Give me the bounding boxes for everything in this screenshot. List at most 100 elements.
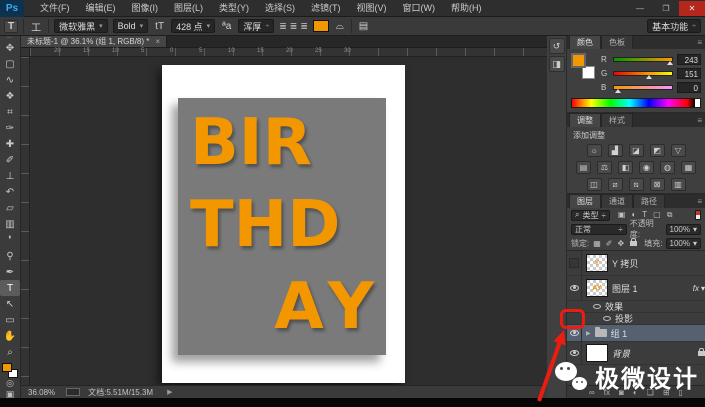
adjustment-icon[interactable]: ▽	[671, 144, 686, 157]
eraser-tool[interactable]: ▱	[0, 200, 20, 216]
layer-name[interactable]: 组 1	[611, 327, 628, 340]
maximize-button[interactable]: ❐	[653, 1, 679, 16]
slider-thumb[interactable]	[667, 61, 673, 65]
color-swatch-pair[interactable]	[571, 53, 595, 79]
brush-tool[interactable]: ✐	[0, 152, 20, 168]
history-panel-icon[interactable]: ↺	[549, 38, 565, 54]
quick-mask-icon[interactable]: ◎	[6, 378, 14, 389]
menu-item[interactable]: 图像(I)	[124, 0, 167, 17]
layer-row-group1-selected[interactable]: ▶ 组 1	[567, 325, 705, 342]
adjustment-icon[interactable]: ◩	[650, 144, 665, 157]
layer-fx-badge[interactable]: fx▾	[693, 284, 705, 293]
workspace-select[interactable]: 基本功能÷	[647, 19, 701, 33]
vertical-ruler[interactable]: 05101520253035404550	[21, 57, 30, 385]
align-center-icon[interactable]: ≣	[290, 21, 298, 32]
adjustment-icon[interactable]: ⧄	[608, 178, 623, 191]
tab-channels[interactable]: 通道	[601, 194, 633, 208]
menu-item[interactable]: 帮助(H)	[443, 0, 490, 17]
pen-tool[interactable]: ✒	[0, 264, 20, 280]
lock-transparency-icon[interactable]: ▦	[592, 239, 602, 248]
filter-smart-object-icon[interactable]: ⧉	[666, 210, 674, 220]
red-slider[interactable]	[613, 57, 673, 62]
filter-toggle-switch[interactable]	[695, 210, 701, 220]
green-slider[interactable]	[613, 71, 673, 76]
menu-item[interactable]: 选择(S)	[257, 0, 303, 17]
status-menu-arrow-icon[interactable]: ▶	[167, 388, 172, 396]
red-value[interactable]: 243	[677, 54, 701, 65]
layer-filter-kind-select[interactable]: ⌕ 类型 ÷	[571, 210, 610, 221]
adjustment-icon[interactable]: ◧	[618, 161, 633, 174]
align-right-icon[interactable]: ≣	[300, 21, 308, 32]
menu-item[interactable]: 编辑(E)	[78, 0, 124, 17]
dodge-tool[interactable]: ⚲	[0, 248, 20, 264]
visibility-eye-icon[interactable]	[593, 304, 601, 309]
warp-text-icon[interactable]: ⌓	[334, 21, 346, 32]
visibility-eye-icon[interactable]	[570, 350, 579, 356]
foreground-color-swatch[interactable]	[2, 363, 12, 372]
font-size-select[interactable]: 428 点▾	[171, 19, 215, 33]
adjustment-icon[interactable]: ▥	[671, 178, 686, 191]
tab-swatches[interactable]: 色板	[601, 35, 633, 49]
menu-item[interactable]: 视图(V)	[349, 0, 395, 17]
adjustment-icon[interactable]: ◍	[660, 161, 675, 174]
eyedropper-tool[interactable]: ✑	[0, 120, 20, 136]
panel-menu-icon[interactable]: ≡	[697, 38, 702, 47]
tab-paths[interactable]: 路径	[633, 194, 665, 208]
lock-move-icon[interactable]: ✥	[617, 239, 626, 248]
layer-name[interactable]: Y 拷贝	[612, 257, 638, 270]
lock-all-icon[interactable]	[630, 241, 637, 246]
close-button[interactable]: ✕	[679, 1, 705, 16]
blend-mode-select[interactable]: 正常 ÷	[571, 224, 627, 235]
horizontal-ruler[interactable]: 2015105051015202530	[30, 48, 547, 57]
adjustment-icon[interactable]: ▤	[576, 161, 591, 174]
adjustment-icon[interactable]: ⧅	[629, 178, 644, 191]
visibility-toggle-hidden[interactable]	[569, 258, 579, 268]
type-tool[interactable]: T	[0, 280, 20, 296]
zoom-level[interactable]: 36.08%	[25, 388, 58, 397]
anti-alias-select[interactable]: 浑厚÷	[238, 19, 274, 33]
quick-selection-tool[interactable]: ❖	[0, 88, 20, 104]
green-value[interactable]: 151	[677, 68, 701, 79]
rectangle-tool[interactable]: ▭	[0, 312, 20, 328]
tab-layers[interactable]: 图层	[569, 194, 601, 208]
gradient-tool[interactable]: ▥	[0, 216, 20, 232]
path-selection-tool[interactable]: ↖	[0, 296, 20, 312]
layer-row-layer1[interactable]: AY 图层 1 fx▾	[567, 276, 705, 301]
slider-thumb[interactable]	[615, 89, 621, 93]
align-left-icon[interactable]: ≣	[279, 21, 287, 32]
type-tool-preset-icon[interactable]: T	[4, 20, 18, 33]
layer-name[interactable]: 图层 1	[612, 282, 638, 295]
visibility-eye-icon[interactable]	[570, 330, 579, 336]
history-brush-tool[interactable]: ↶	[0, 184, 20, 200]
filter-pixel-icon[interactable]: ▣	[617, 210, 627, 220]
healing-brush-tool[interactable]: ✚	[0, 136, 20, 152]
tab-styles[interactable]: 样式	[601, 113, 633, 127]
menu-item[interactable]: 窗口(W)	[395, 0, 444, 17]
marquee-tool[interactable]: ▢	[0, 56, 20, 72]
blue-value[interactable]: 0	[677, 82, 701, 93]
slider-thumb[interactable]	[646, 75, 652, 79]
document-tab[interactable]: 未标题-1 @ 36.1% (组 1, RGB/8) * ×	[21, 36, 167, 47]
panel-menu-icon[interactable]: ≡	[697, 116, 702, 125]
adjustment-icon[interactable]: ▟	[608, 144, 623, 157]
adjustment-icon[interactable]: ▦	[681, 161, 696, 174]
document-page[interactable]: BIR THD AY	[162, 65, 405, 383]
adjustment-icon[interactable]: ☼	[587, 144, 602, 157]
adjustment-icon[interactable]: ◪	[629, 144, 644, 157]
adjustment-icon[interactable]: ◫	[587, 178, 602, 191]
tab-color[interactable]: 颜色	[569, 35, 601, 49]
group-expand-triangle-icon[interactable]: ▶	[586, 330, 591, 337]
tab-adjustments[interactable]: 调整	[569, 113, 601, 127]
layer-thumbnail[interactable]: Y	[586, 254, 608, 272]
toggle-panels-icon[interactable]: ▤	[357, 21, 370, 32]
blue-slider[interactable]	[613, 85, 673, 90]
foreground-background-swatches[interactable]	[2, 363, 18, 378]
lock-paint-icon[interactable]: ✐	[605, 239, 614, 248]
color-spectrum-ramp[interactable]	[571, 98, 701, 108]
clone-stamp-tool[interactable]: ⊥	[0, 168, 20, 184]
adjustment-icon[interactable]: ◉	[639, 161, 654, 174]
opacity-input[interactable]: 100% ▾	[666, 224, 701, 235]
layer-thumbnail[interactable]: AY	[586, 279, 608, 297]
fill-input[interactable]: 100% ▾	[666, 238, 701, 249]
font-family-select[interactable]: 微软雅黑▾	[54, 19, 108, 33]
